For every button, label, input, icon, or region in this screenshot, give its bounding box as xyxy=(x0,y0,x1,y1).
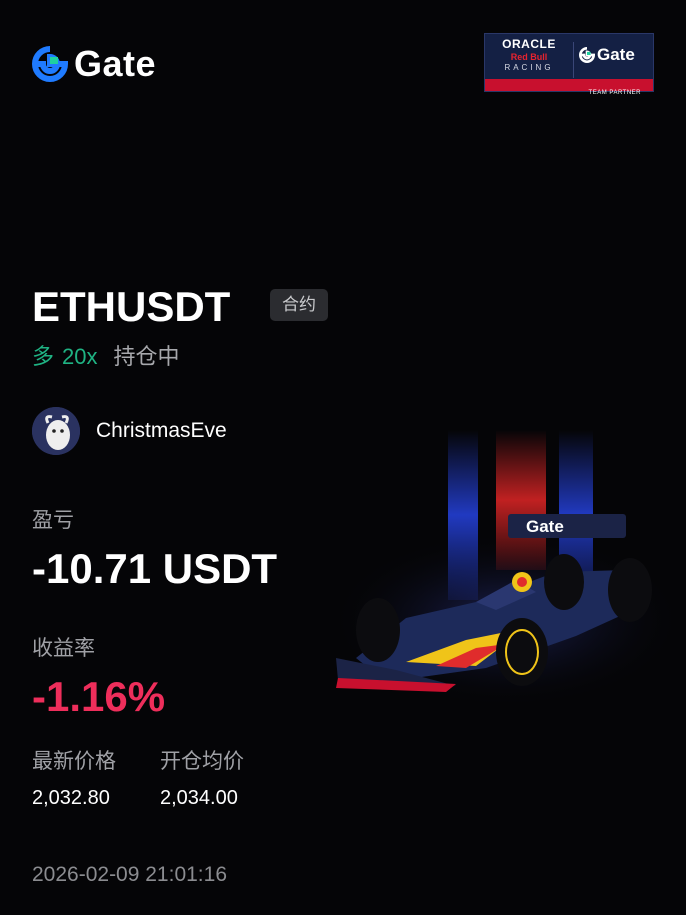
position-side: 多 xyxy=(32,345,55,370)
position-info: 多 20x 持仓中 xyxy=(32,341,180,374)
gate-brand-logo: Gate xyxy=(32,44,156,84)
team-partner-label: TEAM PARTNER xyxy=(588,90,641,96)
trading-pair: ETHUSDT xyxy=(32,283,231,330)
leverage: 20x xyxy=(62,344,98,369)
pnl-label: 盈亏 xyxy=(32,508,74,532)
latest-price-label: 最新价格 xyxy=(32,749,116,773)
team-partner-bar: TEAM PARTNER xyxy=(485,79,653,96)
position-status: 持仓中 xyxy=(113,345,180,370)
pnl-value: -10.71 USDT xyxy=(32,545,278,592)
user-info: ChristmasEve xyxy=(32,407,227,455)
partner-gate-logo: Gate xyxy=(579,45,635,65)
f1-car-illustration: Gate xyxy=(326,430,686,710)
badge-divider xyxy=(573,42,574,78)
latest-price-value: 2,032.80 xyxy=(32,787,110,809)
team-partner-badge: ORACLE Red Bull RACING Gate TEAM PARTNER xyxy=(484,33,654,96)
share-card: Gate ORACLE Red Bull RACING Gate TEAM PA… xyxy=(0,0,686,915)
latest-price-block: 最新价格 2,032.80 xyxy=(32,746,116,812)
roi-label: 收益率 xyxy=(32,636,95,660)
entry-price-block: 开仓均价 2,034.00 xyxy=(160,746,244,812)
username: ChristmasEve xyxy=(96,419,227,442)
entry-price-label: 开仓均价 xyxy=(160,749,244,773)
gate-logo-icon xyxy=(579,47,595,63)
svg-text:Gate: Gate xyxy=(526,517,564,536)
gate-logo-icon xyxy=(32,46,68,82)
roi-value: -1.16% xyxy=(32,673,166,720)
racing-text: RACING xyxy=(504,63,554,72)
redbull-text: Red Bull xyxy=(510,52,548,62)
contract-type-tag: 合约 xyxy=(270,289,328,321)
avatar xyxy=(32,407,80,455)
partner-gate-text: Gate xyxy=(597,45,635,64)
oracle-redbull-logo: ORACLE Red Bull RACING xyxy=(491,38,567,73)
brand-name: Gate xyxy=(74,43,157,84)
entry-price-value: 2,034.00 xyxy=(160,787,238,809)
oracle-text: ORACLE xyxy=(502,37,556,51)
timestamp: 2026-02-09 21:01:16 xyxy=(32,863,227,886)
